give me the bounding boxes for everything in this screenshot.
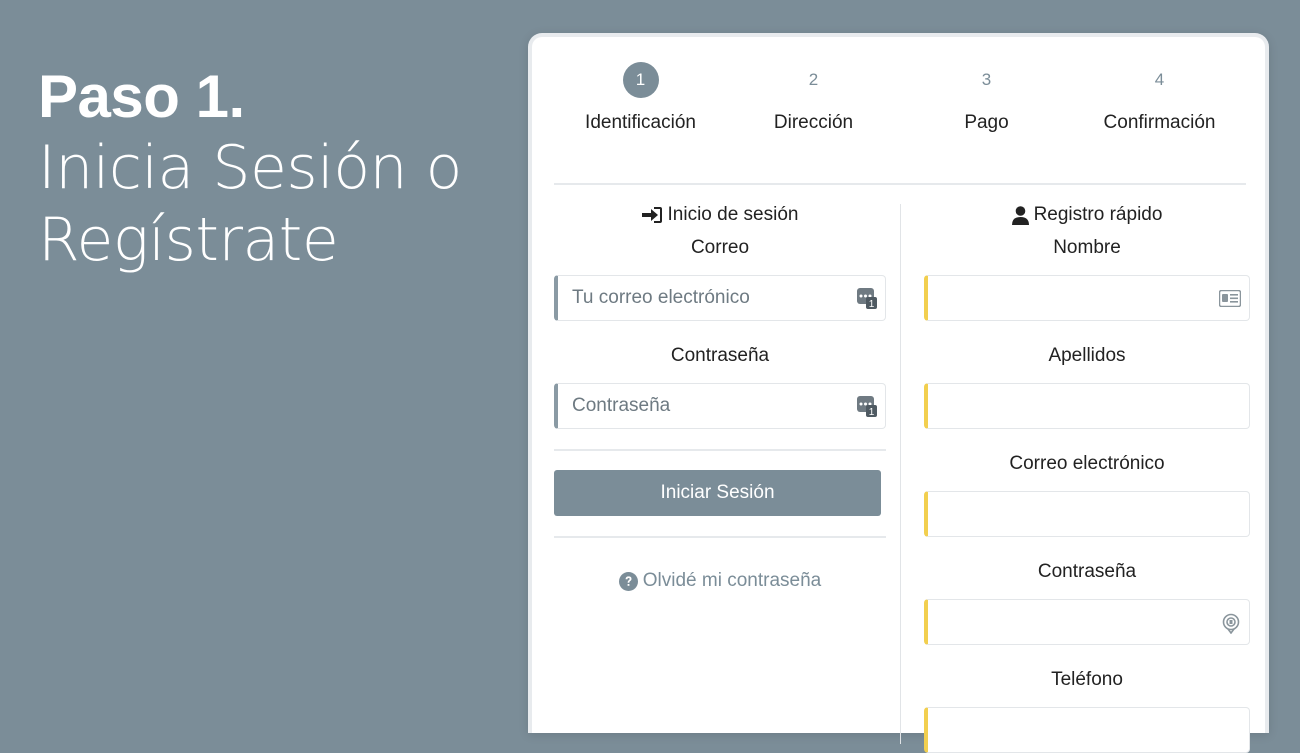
login-password-input[interactable] xyxy=(558,384,885,428)
step-confirmacion[interactable]: 4 Confirmación xyxy=(1073,62,1246,142)
step-label: Identificación xyxy=(585,112,696,133)
register-password-wrapper xyxy=(924,599,1250,645)
register-phone-input[interactable] xyxy=(928,708,1249,752)
register-title: Registro rápido xyxy=(924,202,1250,228)
password-manager-icon[interactable]: 1 xyxy=(857,288,877,310)
fingerprint-key-icon[interactable] xyxy=(1221,612,1241,634)
register-lastname-wrapper xyxy=(924,383,1250,429)
forgot-password-text: Olvidé mi contraseña xyxy=(642,570,822,591)
login-password-wrapper: 1 xyxy=(554,383,886,429)
register-password-label: Contraseña xyxy=(1037,561,1137,582)
step-label: Confirmación xyxy=(1103,112,1216,133)
sign-in-icon xyxy=(641,207,662,223)
step-number: 4 xyxy=(1154,70,1165,89)
register-section: Registro rápido Nombre Apellidos Correo … xyxy=(924,202,1250,753)
register-email-wrapper xyxy=(924,491,1250,537)
question-circle-icon xyxy=(618,571,638,591)
login-title-text: Inicio de sesión xyxy=(667,204,799,225)
password-label: Contraseña xyxy=(670,345,770,366)
phone-label: Teléfono xyxy=(1051,669,1123,690)
register-email-input[interactable] xyxy=(928,492,1249,536)
svg-text:1: 1 xyxy=(869,299,875,310)
login-email-input[interactable] xyxy=(558,276,885,320)
register-name-wrapper xyxy=(924,275,1250,321)
login-email-wrapper: 1 xyxy=(554,275,886,321)
step-number: 2 xyxy=(808,70,819,89)
login-title: Inicio de sesión xyxy=(554,202,886,228)
user-icon xyxy=(1011,205,1029,225)
hero-step-title: Paso 1. xyxy=(38,63,245,130)
register-phone-wrapper xyxy=(924,707,1250,753)
register-password-input[interactable] xyxy=(928,600,1249,644)
id-card-icon xyxy=(1219,290,1241,307)
name-label: Nombre xyxy=(1053,237,1121,258)
login-submit-button[interactable]: Iniciar Sesión xyxy=(554,470,881,516)
email-label: Correo xyxy=(690,237,750,258)
register-email-label: Correo electrónico xyxy=(1009,453,1165,474)
steps-divider xyxy=(554,183,1246,185)
hero-subtitle-line1: Inicia Sesión o xyxy=(38,133,462,203)
step-direccion[interactable]: 2 Dirección xyxy=(727,62,900,142)
step-number: 1 xyxy=(622,62,659,98)
checkout-steps: 1 Identificación 2 Dirección 3 Pago 4 Co… xyxy=(554,62,1246,142)
step-identificacion[interactable]: 1 Identificación xyxy=(554,62,727,142)
step-label: Dirección xyxy=(773,112,854,133)
password-manager-icon[interactable]: 1 xyxy=(857,396,877,418)
register-title-text: Registro rápido xyxy=(1033,204,1163,225)
column-separator xyxy=(900,204,901,744)
login-divider-bottom xyxy=(554,536,886,538)
hero: Paso 1. Inicia Sesión o Regístrate xyxy=(38,62,498,276)
svg-text:1: 1 xyxy=(869,407,875,418)
lastname-label: Apellidos xyxy=(1048,345,1126,366)
login-section: Inicio de sesión Correo 1 Contraseña 1 I… xyxy=(554,202,886,592)
register-name-input[interactable] xyxy=(928,276,1249,320)
forgot-password-link[interactable]: Olvidé mi contraseña xyxy=(554,570,886,592)
login-divider xyxy=(554,449,886,451)
step-number: 3 xyxy=(981,70,992,89)
checkout-card: 1 Identificación 2 Dirección 3 Pago 4 Co… xyxy=(528,33,1269,753)
step-pago[interactable]: 3 Pago xyxy=(900,62,1073,142)
step-label: Pago xyxy=(964,112,1009,133)
hero-subtitle-line2: Regístrate xyxy=(38,205,339,275)
register-lastname-input[interactable] xyxy=(928,384,1249,428)
